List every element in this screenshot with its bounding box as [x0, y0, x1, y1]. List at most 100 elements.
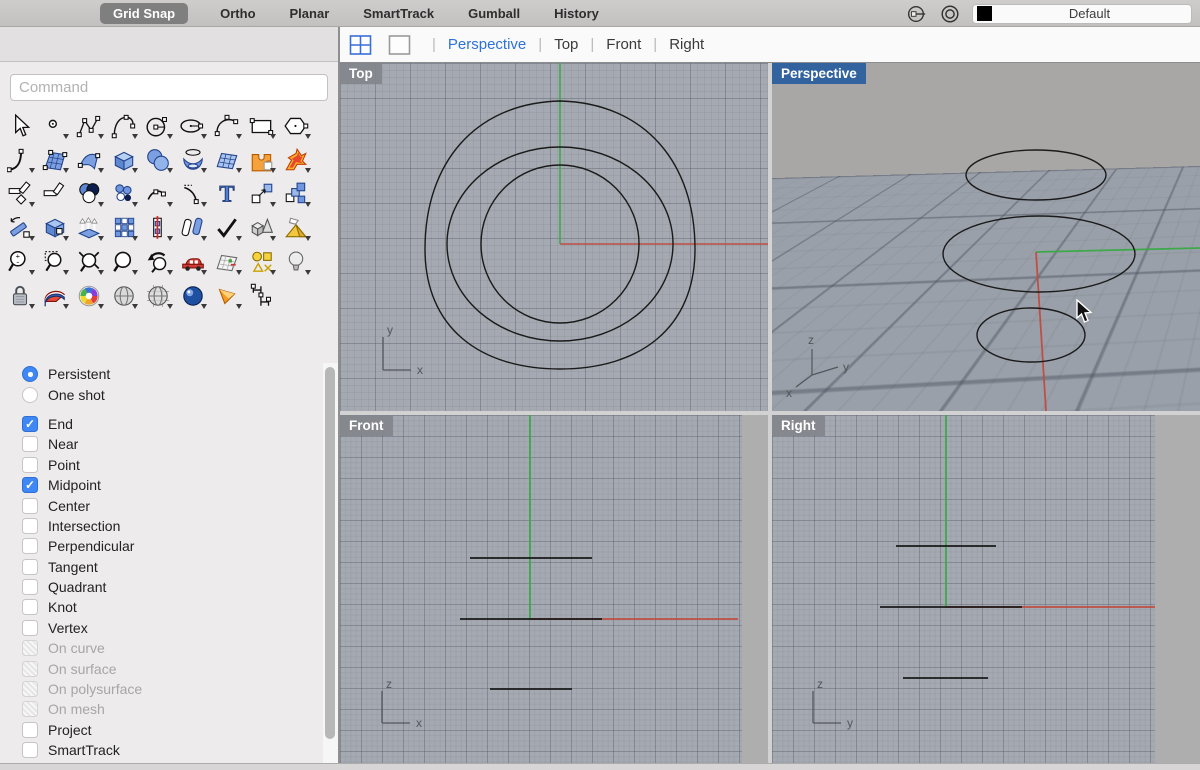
- checkbox-project[interactable]: [22, 721, 38, 738]
- checkbox-quadrant[interactable]: [22, 579, 38, 596]
- unroll-surface-icon[interactable]: [279, 211, 314, 245]
- points-on-icon[interactable]: [210, 211, 245, 245]
- zoom-selected-icon[interactable]: [107, 245, 142, 279]
- checkbox-end[interactable]: [22, 415, 38, 432]
- lights-icon[interactable]: [279, 245, 314, 279]
- boolean-union-icon[interactable]: [245, 143, 280, 177]
- scrollbar-thumb[interactable]: [325, 367, 335, 739]
- tab-top[interactable]: Top: [548, 36, 584, 53]
- undo-view-icon[interactable]: [141, 245, 176, 279]
- single-pane-icon[interactable]: [387, 34, 412, 56]
- split-icon[interactable]: [141, 211, 176, 245]
- checkbox-center[interactable]: [22, 497, 38, 514]
- layer-selector-dropdown[interactable]: Default: [972, 3, 1192, 24]
- front-geometry: z x: [381, 415, 738, 730]
- checkbox-intersection[interactable]: [22, 517, 38, 534]
- menu-button-history[interactable]: History: [552, 3, 601, 24]
- rendered-viewport-icon[interactable]: [176, 279, 211, 313]
- radio-one-shot[interactable]: [22, 386, 38, 403]
- persp-curve-middle[interactable]: [942, 215, 1136, 293]
- persp-curve-top[interactable]: [965, 149, 1107, 201]
- checkbox-knot[interactable]: [22, 599, 38, 616]
- ellipse-icon[interactable]: [176, 109, 211, 143]
- checkbox-smarttrack[interactable]: [22, 742, 38, 759]
- shaded-viewport-icon[interactable]: [107, 279, 142, 313]
- menu-button-ortho[interactable]: Ortho: [218, 3, 257, 24]
- spotlight-icon[interactable]: [210, 279, 245, 313]
- rectangle-icon[interactable]: [245, 109, 280, 143]
- menu-button-planar[interactable]: Planar: [288, 3, 332, 24]
- tab-front[interactable]: Front: [600, 36, 647, 53]
- sphere-icon[interactable]: [141, 143, 176, 177]
- adjust-curve-icon[interactable]: [141, 177, 176, 211]
- color-wheel-icon[interactable]: [72, 279, 107, 313]
- four-pane-icon[interactable]: [348, 34, 373, 56]
- command-input[interactable]: [10, 74, 328, 101]
- named-views-icon[interactable]: [176, 245, 211, 279]
- zoom-extents-icon[interactable]: [72, 245, 107, 279]
- copy-icon[interactable]: [279, 177, 314, 211]
- fillet-icon[interactable]: [3, 177, 38, 211]
- patch-icon[interactable]: [210, 143, 245, 177]
- move-icon[interactable]: [245, 177, 280, 211]
- select-icon[interactable]: [3, 109, 38, 143]
- checkbox-point[interactable]: [22, 456, 38, 473]
- revolve-icon[interactable]: [176, 143, 211, 177]
- chamfer-icon[interactable]: [38, 177, 73, 211]
- rotate-icon[interactable]: [3, 211, 38, 245]
- osnap-row-end: End: [0, 414, 322, 434]
- arc-icon[interactable]: [210, 109, 245, 143]
- point-cloud-icon[interactable]: [107, 177, 142, 211]
- viewport-title-top[interactable]: Top: [340, 63, 382, 84]
- viewport-title-front[interactable]: Front: [340, 415, 393, 436]
- viewport-right[interactable]: z y Right: [772, 415, 1200, 763]
- checkbox-midpoint[interactable]: [22, 477, 38, 494]
- sidebar-scrollbar[interactable]: [323, 363, 338, 763]
- checkbox-vertex[interactable]: [22, 619, 38, 636]
- box-icon[interactable]: [107, 143, 142, 177]
- radio-persistent[interactable]: [22, 366, 38, 383]
- top-axis-glyph: y x: [382, 323, 423, 377]
- wireframe-viewport-icon[interactable]: [141, 279, 176, 313]
- viewport-top[interactable]: y x Top: [340, 63, 768, 411]
- checkbox-perpendicular[interactable]: [22, 538, 38, 555]
- dimension-icon[interactable]: [245, 279, 280, 313]
- tab-right[interactable]: Right: [663, 36, 710, 53]
- rectangular-array-icon[interactable]: [107, 211, 142, 245]
- shell-solid-icon[interactable]: [38, 211, 73, 245]
- polygon-icon[interactable]: [279, 109, 314, 143]
- checkbox-tangent[interactable]: [22, 558, 38, 575]
- layout-icon[interactable]: [210, 245, 245, 279]
- explode-icon[interactable]: [279, 143, 314, 177]
- extend-curve-icon[interactable]: [176, 177, 211, 211]
- layer-objects-icon[interactable]: [245, 245, 280, 279]
- circle-icon[interactable]: [141, 109, 176, 143]
- gumball-icon[interactable]: [938, 2, 962, 26]
- viewport-front[interactable]: z x Front: [340, 415, 768, 763]
- menu-button-gumball[interactable]: Gumball: [466, 3, 522, 24]
- zoom-window-icon[interactable]: [38, 245, 73, 279]
- control-point-curve-icon[interactable]: [72, 109, 107, 143]
- lock-icon[interactable]: [3, 279, 38, 313]
- menu-button-grid-snap[interactable]: Grid Snap: [100, 2, 189, 24]
- blend-curve-icon[interactable]: [3, 143, 38, 177]
- checkbox-near[interactable]: [22, 436, 38, 453]
- tab-perspective[interactable]: Perspective: [442, 36, 532, 53]
- sweep-surface-icon[interactable]: [72, 143, 107, 177]
- viewport-title-right[interactable]: Right: [772, 415, 825, 436]
- curve-boolean-icon[interactable]: [72, 177, 107, 211]
- curve-freeform-icon[interactable]: [107, 109, 142, 143]
- viewport-perspective[interactable]: z y x Perspective: [772, 63, 1200, 411]
- menu-button-smarttrack[interactable]: SmartTrack: [361, 3, 436, 24]
- viewport-title-perspective[interactable]: Perspective: [772, 63, 866, 84]
- offset-curve-icon[interactable]: [176, 211, 211, 245]
- zoom-dynamic-icon[interactable]: + -: [3, 245, 38, 279]
- surface-from-points-icon[interactable]: [38, 143, 73, 177]
- single-point-icon[interactable]: [38, 109, 73, 143]
- text-icon[interactable]: T: [210, 177, 245, 211]
- group-icon[interactable]: [245, 211, 280, 245]
- record-history-icon[interactable]: [904, 2, 928, 26]
- persp-curve-bottom[interactable]: [976, 307, 1086, 363]
- extrude-surface-icon[interactable]: [72, 211, 107, 245]
- shell-icon[interactable]: [38, 279, 73, 313]
